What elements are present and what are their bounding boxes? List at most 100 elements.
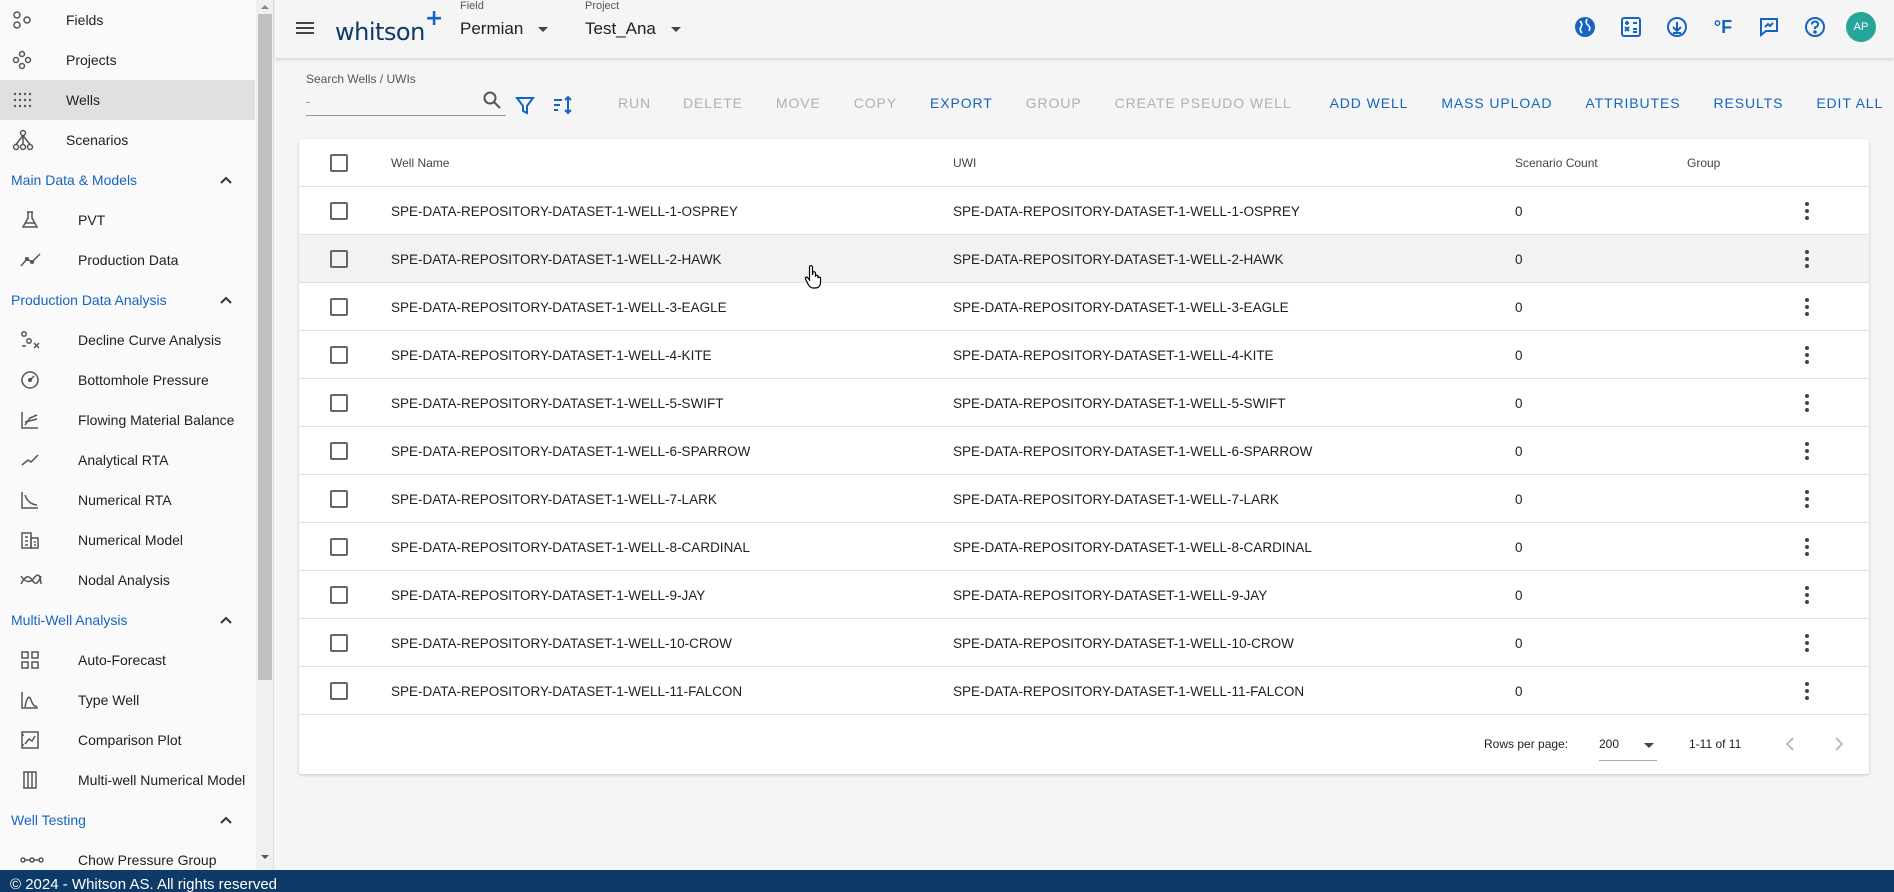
section-main-data-models[interactable]: Main Data & Models: [0, 160, 255, 200]
sidebar-item-nodal-analysis[interactable]: Nodal Analysis: [0, 560, 255, 600]
row-checkbox[interactable]: [330, 634, 348, 652]
more-vert-icon[interactable]: [1795, 679, 1819, 703]
rows-per-page-select[interactable]: 200: [1599, 727, 1657, 761]
sidebar-item-scenarios[interactable]: Scenarios: [0, 120, 255, 160]
sidebar-item-bottomhole-pressure[interactable]: Bottomhole Pressure: [0, 360, 255, 400]
sidebar-item-label: Production Data: [78, 252, 179, 268]
sidebar-scrollbar[interactable]: [256, 0, 273, 870]
avatar[interactable]: AP: [1846, 12, 1876, 42]
scroll-up-arrow-icon[interactable]: [260, 2, 270, 12]
sidebar-item-label: Type Well: [78, 692, 140, 708]
section-multi-well-analysis[interactable]: Multi-Well Analysis: [0, 600, 255, 640]
row-checkbox[interactable]: [330, 250, 348, 268]
project-selector[interactable]: Project Test_Ana: [585, 0, 682, 39]
row-checkbox[interactable]: [330, 298, 348, 316]
group-button[interactable]: GROUP: [1026, 95, 1082, 111]
table-row[interactable]: SPE-DATA-REPOSITORY-DATASET-1-WELL-2-HAW…: [299, 235, 1869, 283]
mass-upload-button[interactable]: MASS UPLOAD: [1441, 95, 1552, 111]
move-button[interactable]: MOVE: [776, 95, 821, 111]
more-vert-icon[interactable]: [1795, 391, 1819, 415]
more-vert-icon[interactable]: [1795, 343, 1819, 367]
scrollbar-thumb[interactable]: [258, 14, 272, 680]
table-row[interactable]: SPE-DATA-REPOSITORY-DATASET-1-WELL-9-JAY…: [299, 571, 1869, 619]
row-checkbox[interactable]: [330, 442, 348, 460]
table-row[interactable]: SPE-DATA-REPOSITORY-DATASET-1-WELL-4-KIT…: [299, 331, 1869, 379]
row-checkbox[interactable]: [330, 346, 348, 364]
delete-button[interactable]: DELETE: [683, 95, 743, 111]
previous-page-icon[interactable]: [1780, 734, 1800, 754]
sidebar-item-auto-forecast[interactable]: Auto-Forecast: [0, 640, 255, 680]
feedback-icon[interactable]: [1754, 12, 1784, 42]
more-vert-icon[interactable]: [1795, 535, 1819, 559]
table-row[interactable]: SPE-DATA-REPOSITORY-DATASET-1-WELL-1-OSP…: [299, 187, 1869, 235]
row-checkbox[interactable]: [330, 394, 348, 412]
table-row[interactable]: SPE-DATA-REPOSITORY-DATASET-1-WELL-6-SPA…: [299, 427, 1869, 475]
select-all-checkbox[interactable]: [330, 154, 348, 172]
scroll-down-arrow-icon[interactable]: [260, 852, 270, 862]
more-vert-icon[interactable]: [1795, 439, 1819, 463]
sidebar-item-decline-curve-analysis[interactable]: Decline Curve Analysis: [0, 320, 255, 360]
sidebar-item-wells[interactable]: Wells: [0, 80, 255, 120]
column-header-uwi[interactable]: UWI: [953, 139, 976, 187]
section-title: Well Testing: [11, 812, 86, 828]
more-vert-icon[interactable]: [1795, 295, 1819, 319]
search-wells: Search Wells / UWIs -: [306, 72, 506, 116]
row-checkbox[interactable]: [330, 490, 348, 508]
export-button[interactable]: EXPORT: [930, 95, 993, 111]
help-icon[interactable]: [1800, 12, 1830, 42]
globe-icon[interactable]: [1570, 12, 1600, 42]
sidebar-item-pvt[interactable]: PVT: [0, 200, 255, 240]
row-checkbox[interactable]: [330, 682, 348, 700]
sort-icon[interactable]: [552, 94, 574, 116]
more-vert-icon[interactable]: [1795, 631, 1819, 655]
column-header-group[interactable]: Group: [1687, 139, 1720, 187]
more-vert-icon[interactable]: [1795, 199, 1819, 223]
next-page-icon[interactable]: [1829, 734, 1849, 754]
search-icon[interactable]: [482, 90, 502, 110]
more-vert-icon[interactable]: [1795, 247, 1819, 271]
row-checkbox[interactable]: [330, 202, 348, 220]
results-button[interactable]: RESULTS: [1713, 95, 1783, 111]
whitson-logo[interactable]: whitson+: [335, 6, 443, 46]
table-row[interactable]: SPE-DATA-REPOSITORY-DATASET-1-WELL-3-EAG…: [299, 283, 1869, 331]
edit-all-button[interactable]: EDIT ALL: [1816, 95, 1883, 111]
run-button[interactable]: RUN: [618, 95, 651, 111]
temperature-unit-toggle[interactable]: °F: [1708, 12, 1738, 42]
sidebar-item-type-well[interactable]: Type Well: [0, 680, 255, 720]
sidebar-item-numerical-rta[interactable]: Numerical RTA: [0, 480, 255, 520]
row-checkbox[interactable]: [330, 538, 348, 556]
filter-icon[interactable]: [514, 94, 536, 116]
search-input[interactable]: -: [306, 90, 506, 116]
sidebar-item-fields[interactable]: Fields: [0, 0, 255, 40]
column-header-scenario-count[interactable]: Scenario Count: [1515, 139, 1598, 187]
field-selector[interactable]: Field Permian: [460, 0, 549, 39]
calculator-icon[interactable]: [1616, 12, 1646, 42]
table-row[interactable]: SPE-DATA-REPOSITORY-DATASET-1-WELL-10-CR…: [299, 619, 1869, 667]
section-production-data-analysis[interactable]: Production Data Analysis: [0, 280, 255, 320]
download-icon[interactable]: [1662, 12, 1692, 42]
chevron-up-icon: [220, 296, 232, 304]
cell-well-name: SPE-DATA-REPOSITORY-DATASET-1-WELL-4-KIT…: [391, 347, 712, 363]
table-row[interactable]: SPE-DATA-REPOSITORY-DATASET-1-WELL-11-FA…: [299, 667, 1869, 715]
attributes-button[interactable]: ATTRIBUTES: [1585, 95, 1680, 111]
column-header-well-name[interactable]: Well Name: [391, 139, 449, 187]
add-well-button[interactable]: ADD WELL: [1330, 95, 1409, 111]
sidebar-item-comparison-plot[interactable]: Comparison Plot: [0, 720, 255, 760]
section-well-testing[interactable]: Well Testing: [0, 800, 255, 840]
more-vert-icon[interactable]: [1795, 487, 1819, 511]
table-row[interactable]: SPE-DATA-REPOSITORY-DATASET-1-WELL-5-SWI…: [299, 379, 1869, 427]
copy-button[interactable]: COPY: [854, 95, 897, 111]
more-vert-icon[interactable]: [1795, 583, 1819, 607]
sidebar-item-production-data[interactable]: Production Data: [0, 240, 255, 280]
create-pseudo-well-button[interactable]: CREATE PSEUDO WELL: [1115, 95, 1292, 111]
row-checkbox[interactable]: [330, 586, 348, 604]
sidebar-item-projects[interactable]: Projects: [0, 40, 255, 80]
sidebar-item-flowing-material-balance[interactable]: Flowing Material Balance: [0, 400, 255, 440]
sidebar-item-numerical-model[interactable]: Numerical Model: [0, 520, 255, 560]
table-row[interactable]: SPE-DATA-REPOSITORY-DATASET-1-WELL-8-CAR…: [299, 523, 1869, 571]
table-row[interactable]: SPE-DATA-REPOSITORY-DATASET-1-WELL-7-LAR…: [299, 475, 1869, 523]
sidebar-item-chow-pressure-group[interactable]: Chow Pressure Group: [0, 840, 255, 870]
sidebar-item-analytical-rta[interactable]: Analytical RTA: [0, 440, 255, 480]
hamburger-menu-icon[interactable]: [293, 16, 317, 40]
sidebar-item-multi-well-numerical-model[interactable]: Multi-well Numerical Model: [0, 760, 255, 800]
